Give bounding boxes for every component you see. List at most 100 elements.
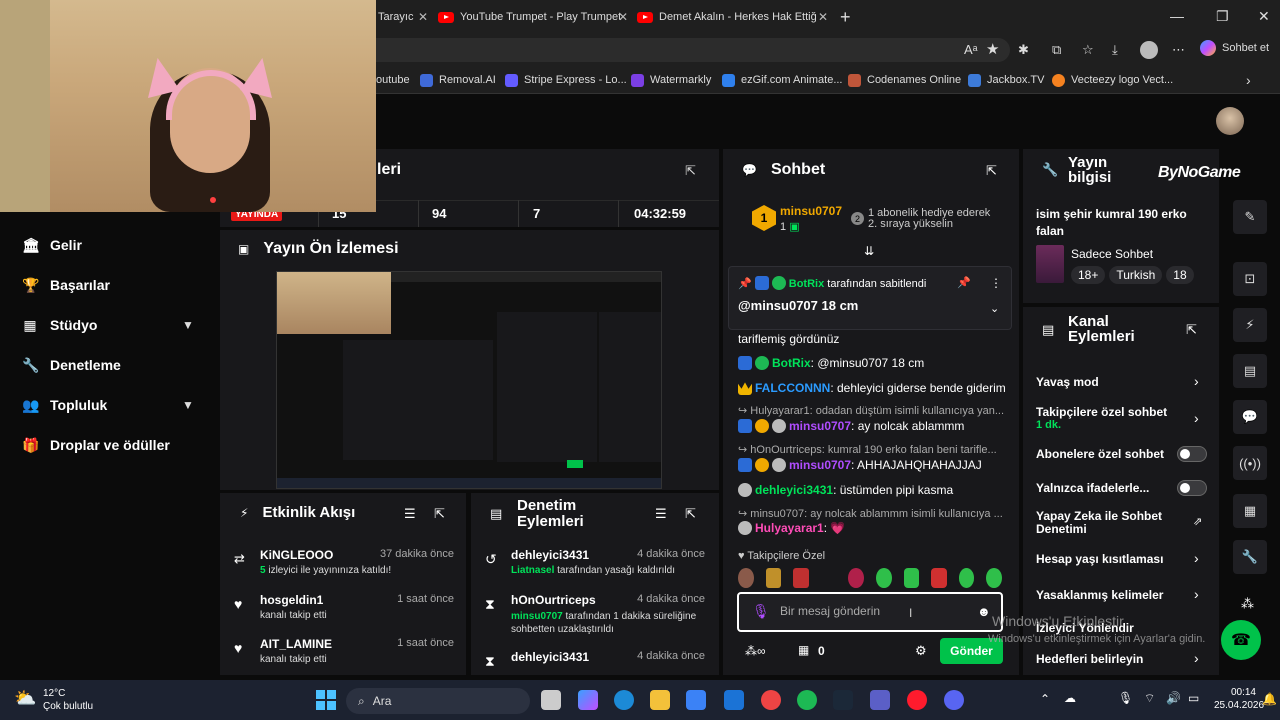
taskbar-search[interactable]: ⌕ Ara xyxy=(346,688,530,714)
emote-icon[interactable] xyxy=(903,568,920,588)
popout-icon[interactable]: ⇱ xyxy=(685,506,696,522)
broadcast-icon[interactable]: ((•)) xyxy=(1233,446,1267,480)
emote-icon[interactable] xyxy=(931,568,947,588)
clock[interactable]: 00:14 25.04.2026 xyxy=(1214,686,1264,712)
notifications-icon[interactable]: 🔔 xyxy=(1262,692,1277,706)
dots-icon[interactable]: ⁂ xyxy=(1241,596,1254,612)
emote-icon[interactable] xyxy=(986,568,1002,588)
volume-icon[interactable]: 🔊 xyxy=(1166,691,1181,705)
goals-control[interactable]: Hedefleri belirleyin xyxy=(1036,652,1143,666)
microphone-icon[interactable]: 🎙 xyxy=(752,603,770,620)
chevron-right-icon[interactable]: › xyxy=(1194,373,1199,389)
subscribers-only-toggle[interactable] xyxy=(1177,446,1207,462)
popout-icon[interactable]: ⇱ xyxy=(685,163,696,179)
user-avatar[interactable] xyxy=(1216,107,1244,135)
chat-username[interactable]: BotRix xyxy=(772,356,811,370)
more-icon[interactable]: ⋯ xyxy=(1172,42,1185,58)
chevron-right-icon[interactable]: › xyxy=(1194,586,1199,602)
tab-close-icon[interactable]: ✕ xyxy=(618,10,628,24)
tab-close-icon[interactable]: ✕ xyxy=(418,10,428,24)
tray-overflow-icon[interactable]: ⌃ xyxy=(1040,692,1050,706)
store-icon[interactable]: ▦ xyxy=(798,643,809,657)
popout-icon[interactable]: ⇱ xyxy=(1186,322,1197,338)
mail-icon[interactable] xyxy=(724,690,744,710)
unpin-icon[interactable]: 📌 xyxy=(957,276,971,289)
chevron-right-icon[interactable]: › xyxy=(1194,550,1199,566)
emoji-icon[interactable]: ☻ xyxy=(977,604,991,619)
start-button[interactable] xyxy=(316,690,336,710)
tag[interactable]: Turkish xyxy=(1109,266,1163,284)
bookmark-item[interactable]: Stripe Express - Lo... xyxy=(505,72,627,88)
chat-username[interactable]: minsu0707 xyxy=(789,458,851,472)
opera-icon[interactable] xyxy=(907,690,927,710)
category-name[interactable]: Sadece Sohbet xyxy=(1071,247,1153,261)
edge-icon[interactable] xyxy=(614,690,634,710)
emote-icon[interactable] xyxy=(765,568,782,588)
favorites-icon[interactable]: ☆ xyxy=(1082,42,1094,58)
copilot-button[interactable]: Sohbet et xyxy=(1200,40,1269,56)
popout-icon[interactable]: ⇱ xyxy=(434,506,445,522)
sidebar-item-basarilar[interactable]: 🏆 Başarılar xyxy=(22,273,110,297)
task-view-icon[interactable] xyxy=(541,690,561,710)
slow-mode-control[interactable]: Yavaş mod xyxy=(1036,375,1099,389)
sidebar-item-studyo[interactable]: ▦ Stüdyo ▼ xyxy=(22,313,202,337)
chat-username[interactable]: FALCCONNN xyxy=(755,381,830,395)
minimize-icon[interactable]: — xyxy=(1170,8,1184,24)
tag[interactable]: 18 xyxy=(1166,266,1194,284)
emote-icon[interactable] xyxy=(848,568,864,588)
chat-input-placeholder[interactable]: Bir mesaj gönderin xyxy=(780,604,880,618)
bookmark-item[interactable]: Jackbox.TV xyxy=(968,72,1044,88)
filter-icon[interactable]: ☰ xyxy=(404,506,416,522)
wifi-icon[interactable]: ⌔ xyxy=(1144,691,1155,706)
chat-username[interactable]: minsu0707 xyxy=(789,419,851,433)
chevron-down-icon[interactable]: ⌄ xyxy=(990,302,999,315)
sidebar-item-topluluk[interactable]: 👥 Topluluk ▼ xyxy=(22,393,202,417)
bookmark-item[interactable]: Removal.AI xyxy=(420,72,496,88)
popout-icon[interactable]: ⇱ xyxy=(986,163,997,179)
browser-tab[interactable]: YouTube Trumpet - Play Trumpet v xyxy=(438,6,623,28)
bookmarks-more-icon[interactable]: › xyxy=(1246,72,1251,88)
points-icon[interactable]: ⁂∞ xyxy=(745,644,766,658)
bookmark-item[interactable]: Codenames Online xyxy=(848,72,961,88)
emote-only-toggle[interactable] xyxy=(1177,480,1207,496)
new-tab-button[interactable]: + xyxy=(840,6,851,28)
chat-settings-icon[interactable]: ⚙ xyxy=(915,643,927,659)
store-icon[interactable] xyxy=(686,690,706,710)
emote-icon[interactable] xyxy=(958,568,975,588)
teams-icon[interactable] xyxy=(870,690,890,710)
document-icon[interactable]: ▤ xyxy=(1233,354,1267,388)
external-link-icon[interactable]: ⇗ xyxy=(1193,515,1202,528)
steam-icon[interactable] xyxy=(833,690,853,710)
more-options-icon[interactable]: ⋮ xyxy=(990,276,1002,290)
bookmark-item[interactable]: Watermarkly xyxy=(631,72,711,88)
read-aloud-icon[interactable]: Aᵃ xyxy=(964,42,978,57)
chat-username[interactable]: dehleyici3431 xyxy=(755,483,833,497)
channel-icon[interactable]: ▦ xyxy=(1233,494,1267,528)
weather-widget[interactable]: 12°C Çok bulutlu xyxy=(43,687,93,713)
emote-icon[interactable] xyxy=(875,568,892,588)
chrome-icon[interactable] xyxy=(761,690,781,710)
wrench-icon[interactable]: 🔧 xyxy=(1233,540,1267,574)
chat-bubble-icon[interactable]: 💬 xyxy=(1233,400,1267,434)
browser-tab[interactable]: Demet Akalın - Herkes Hak Ettiği C xyxy=(637,6,817,28)
filter-icon[interactable]: ☰ xyxy=(655,506,667,522)
profile-avatar[interactable] xyxy=(1140,41,1158,59)
edit-icon[interactable]: ✎ xyxy=(1233,200,1267,234)
favorite-star-icon[interactable]: ★ xyxy=(986,40,999,58)
weather-icon[interactable]: ⛅ xyxy=(14,688,36,709)
stream-preview[interactable] xyxy=(276,271,662,489)
chat-username[interactable]: Hulyayarar1 xyxy=(755,521,824,535)
address-bar[interactable] xyxy=(360,38,1010,62)
chevron-right-icon[interactable]: › xyxy=(1194,650,1199,666)
file-explorer-icon[interactable] xyxy=(650,690,670,710)
chevron-right-icon[interactable]: › xyxy=(1194,410,1199,426)
sidebar-item-denetleme[interactable]: 🔧 Denetleme xyxy=(22,353,121,377)
emote-icon[interactable] xyxy=(793,568,809,588)
battery-icon[interactable]: ▭ xyxy=(1188,691,1199,705)
bookmark-item[interactable]: Vecteezy logo Vect... xyxy=(1052,72,1173,88)
category-thumbnail[interactable] xyxy=(1036,245,1064,283)
screenshot-icon[interactable]: ⊡ xyxy=(1233,262,1267,296)
bookmark-item[interactable]: ezGif.com Animate... xyxy=(722,72,842,88)
onedrive-icon[interactable]: ☁ xyxy=(1064,691,1076,705)
banned-words-control[interactable]: Yasaklanmış kelimeler xyxy=(1036,588,1163,602)
